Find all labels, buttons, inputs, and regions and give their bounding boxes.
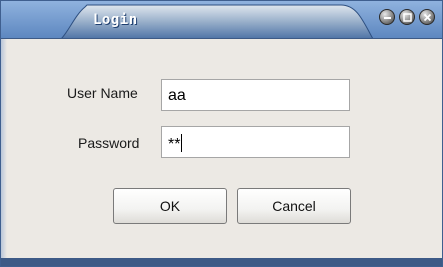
login-window: Login User Name aa Password ** OK Cancel: [0, 0, 443, 267]
cancel-button-label: Cancel: [272, 198, 316, 214]
window-title: Login: [93, 12, 138, 28]
minimize-icon[interactable]: [379, 9, 395, 25]
maximize-icon[interactable]: [399, 9, 415, 25]
ok-button[interactable]: OK: [113, 188, 227, 224]
title-tab-shape: [1, 1, 442, 39]
username-value: aa: [168, 87, 186, 104]
title-bar[interactable]: Login: [1, 1, 442, 39]
password-field[interactable]: **: [161, 126, 350, 158]
close-icon[interactable]: [419, 9, 435, 25]
cancel-button[interactable]: Cancel: [237, 188, 351, 224]
content-edge: [1, 39, 7, 259]
window-bottom-border: [1, 258, 442, 266]
ok-button-label: OK: [159, 198, 181, 214]
username-field[interactable]: aa: [161, 79, 350, 111]
password-label: Password: [78, 135, 140, 151]
username-label: User Name: [67, 85, 138, 101]
text-caret: [181, 134, 183, 152]
password-value: **: [168, 136, 181, 153]
